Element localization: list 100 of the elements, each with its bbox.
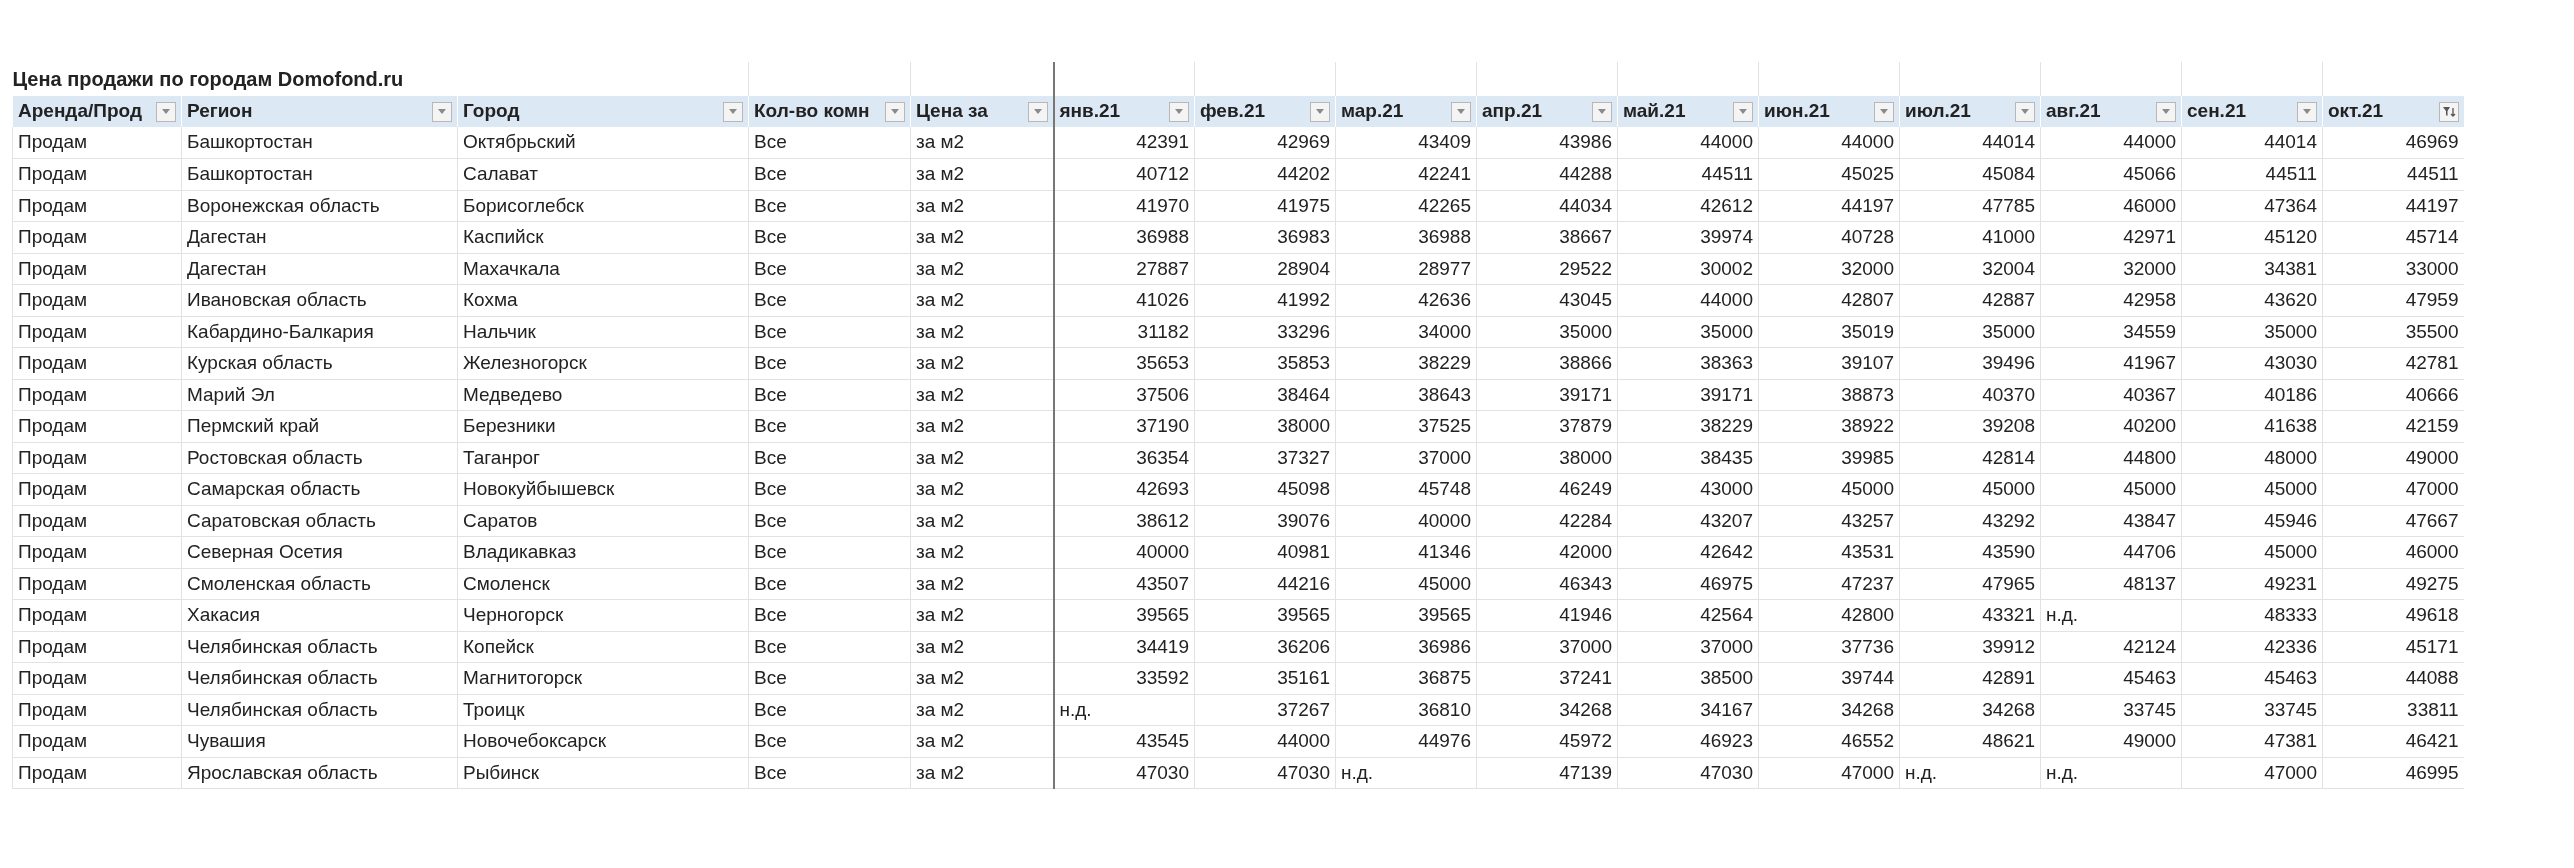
table-cell: Кохма bbox=[457, 284, 749, 316]
table-cell: за м2 bbox=[910, 725, 1054, 757]
table-cell: 44511 bbox=[2322, 158, 2464, 190]
table-cell: за м2 bbox=[910, 473, 1054, 505]
filter-button[interactable] bbox=[2015, 101, 2035, 122]
filter-button[interactable] bbox=[1874, 101, 1894, 122]
table-cell: Все bbox=[748, 221, 911, 253]
table-cell: 36986 bbox=[1335, 631, 1477, 663]
table-cell: 37190 bbox=[1053, 410, 1195, 442]
filter-button[interactable] bbox=[1451, 101, 1471, 122]
table-cell: 34268 bbox=[1476, 694, 1618, 726]
table-cell: Ростовская область bbox=[181, 442, 458, 474]
filter-button[interactable] bbox=[1733, 101, 1753, 122]
table-cell: 48137 bbox=[2040, 568, 2182, 600]
table-cell: 41992 bbox=[1194, 284, 1336, 316]
table-cell: 48621 bbox=[1899, 725, 2041, 757]
table-cell: 39171 bbox=[1476, 379, 1618, 411]
filter-button[interactable] bbox=[1592, 101, 1612, 122]
filter-button[interactable] bbox=[1169, 101, 1189, 122]
table-cell: за м2 bbox=[910, 316, 1054, 348]
table-cell: 42807 bbox=[1758, 284, 1900, 316]
table-cell: 47030 bbox=[1053, 757, 1195, 789]
table-cell: 39974 bbox=[1617, 221, 1759, 253]
filter-icon bbox=[2441, 105, 2456, 118]
column-label: янв.21 bbox=[1059, 99, 1121, 124]
table-cell: 44288 bbox=[1476, 158, 1618, 190]
caret-icon bbox=[1739, 109, 1747, 114]
table-cell: за м2 bbox=[910, 221, 1054, 253]
table-cell: Рыбинск bbox=[457, 757, 749, 789]
table-cell: 43045 bbox=[1476, 284, 1618, 316]
table-cell: 36988 bbox=[1053, 221, 1195, 253]
table-cell: 34268 bbox=[1758, 694, 1900, 726]
table-cell: 42564 bbox=[1617, 599, 1759, 631]
table-cell: 43531 bbox=[1758, 536, 1900, 568]
table-cell: н.д. bbox=[1899, 757, 2041, 789]
table-cell: 45171 bbox=[2322, 631, 2464, 663]
table-cell: 36206 bbox=[1194, 631, 1336, 663]
column-label: сен.21 bbox=[2187, 99, 2247, 124]
filter-button[interactable] bbox=[2297, 101, 2317, 122]
table-cell: 47000 bbox=[1758, 757, 1900, 789]
table-cell: 45066 bbox=[2040, 158, 2182, 190]
table-cell: 39912 bbox=[1899, 631, 2041, 663]
table-cell: за м2 bbox=[910, 253, 1054, 285]
table-cell: Все bbox=[748, 442, 911, 474]
table-cell: 40728 bbox=[1758, 221, 1900, 253]
table-cell: за м2 bbox=[910, 158, 1054, 190]
table-cell: Пермский край bbox=[181, 410, 458, 442]
table-cell: 43507 bbox=[1053, 568, 1195, 600]
table-cell: 46552 bbox=[1758, 725, 1900, 757]
table-cell: Владикавказ bbox=[457, 536, 749, 568]
filter-button[interactable] bbox=[2156, 101, 2176, 122]
table-cell: 38464 bbox=[1194, 379, 1336, 411]
table-cell: 42265 bbox=[1335, 190, 1477, 222]
table-cell: 44034 bbox=[1476, 190, 1618, 222]
table-cell: 39496 bbox=[1899, 347, 2041, 379]
table-cell: за м2 bbox=[910, 190, 1054, 222]
table-cell: Березники bbox=[457, 410, 749, 442]
table-cell: 28977 bbox=[1335, 253, 1477, 285]
table-cell: 32000 bbox=[2040, 253, 2182, 285]
table-cell: Саратов bbox=[457, 505, 749, 537]
table-cell: 44511 bbox=[2181, 158, 2323, 190]
filter-button[interactable] bbox=[1027, 101, 1048, 122]
table-cell: за м2 bbox=[910, 505, 1054, 537]
table-cell: 43257 bbox=[1758, 505, 1900, 537]
table-cell: 33745 bbox=[2181, 694, 2323, 726]
table-cell: 47965 bbox=[1899, 568, 2041, 600]
filter-button[interactable] bbox=[156, 101, 176, 122]
table-cell: Магнитогорск bbox=[457, 662, 749, 694]
table-cell: 42887 bbox=[1899, 284, 2041, 316]
table-cell: Таганрог bbox=[457, 442, 749, 474]
table-cell: 42159 bbox=[2322, 410, 2464, 442]
table-cell: 47030 bbox=[1617, 757, 1759, 789]
table-cell: 38000 bbox=[1476, 442, 1618, 474]
table-cell: 49275 bbox=[2322, 568, 2464, 600]
table-cell: 39565 bbox=[1053, 599, 1195, 631]
filter-button[interactable] bbox=[723, 101, 743, 122]
table-cell: 38000 bbox=[1194, 410, 1336, 442]
table-cell: 47000 bbox=[2181, 757, 2323, 789]
table-cell: за м2 bbox=[910, 379, 1054, 411]
table-cell: 34559 bbox=[2040, 316, 2182, 348]
table-cell: Саратовская область bbox=[181, 505, 458, 537]
table-cell: 40367 bbox=[2040, 379, 2182, 411]
table-cell: 45972 bbox=[1476, 725, 1618, 757]
table-cell: 34000 bbox=[1335, 316, 1477, 348]
table-cell: Курская область bbox=[181, 347, 458, 379]
column-label: авг.21 bbox=[2046, 99, 2101, 124]
table-cell: 43030 bbox=[2181, 347, 2323, 379]
table-cell: Все bbox=[748, 410, 911, 442]
filter-button[interactable] bbox=[2438, 101, 2459, 122]
table-cell: 30002 bbox=[1617, 253, 1759, 285]
table-cell: 33000 bbox=[2322, 253, 2464, 285]
table-cell: 42958 bbox=[2040, 284, 2182, 316]
filter-button[interactable] bbox=[885, 101, 905, 122]
filter-button[interactable] bbox=[1310, 101, 1330, 122]
table-cell: 44000 bbox=[1758, 127, 1900, 159]
table-cell: 45000 bbox=[1899, 473, 2041, 505]
filter-button[interactable] bbox=[432, 101, 452, 122]
table-cell: за м2 bbox=[910, 662, 1054, 694]
table-cell: 29522 bbox=[1476, 253, 1618, 285]
table-cell: Все bbox=[748, 568, 911, 600]
